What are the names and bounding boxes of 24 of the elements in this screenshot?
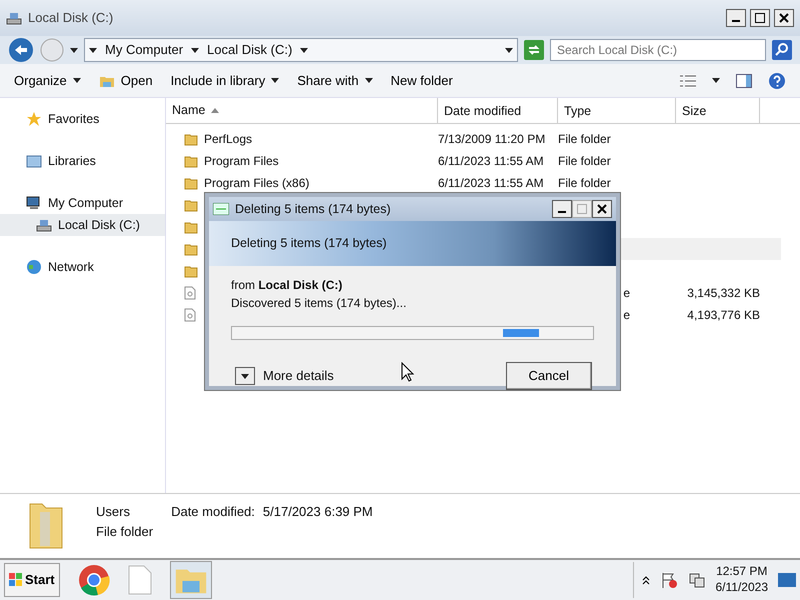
details-type: File folder xyxy=(96,522,154,540)
date-cell: 7/13/2009 11:20 PM xyxy=(438,132,546,146)
date-cell: 6/11/2023 11:55 AM xyxy=(438,176,544,190)
file-name: Program Files xyxy=(204,153,279,170)
clock-time: 12:57 PM xyxy=(716,564,768,580)
details-value: 5/17/2023 6:39 PM xyxy=(262,503,373,521)
window-title: Local Disk (C:) xyxy=(28,9,114,28)
status-text: Discovered 5 items (174 bytes)... xyxy=(231,295,408,312)
type-cell: e xyxy=(623,308,630,322)
type-cell: e xyxy=(623,286,630,300)
date-cell: 6/11/2023 11:55 AM xyxy=(438,154,544,168)
file-name: Program Files (x86) xyxy=(204,175,310,192)
type-cell: File folder xyxy=(558,154,611,168)
source-text: from Local Disk (C:) xyxy=(231,277,344,294)
file-name: PerfLogs xyxy=(204,131,252,148)
type-cell: File folder xyxy=(558,132,611,146)
clock-date: 6/11/2023 xyxy=(716,580,768,596)
dialog-header: Deleting 5 items (174 bytes) xyxy=(231,235,388,252)
size-cell: 3,145,332 KB xyxy=(687,286,760,300)
details-label: Date modified: xyxy=(171,503,255,521)
size-cell: 4,193,776 KB xyxy=(687,308,760,322)
type-cell: File folder xyxy=(558,176,611,190)
dialog-title: Deleting 5 items (174 bytes) xyxy=(235,200,391,218)
details-name: Users xyxy=(96,503,131,521)
